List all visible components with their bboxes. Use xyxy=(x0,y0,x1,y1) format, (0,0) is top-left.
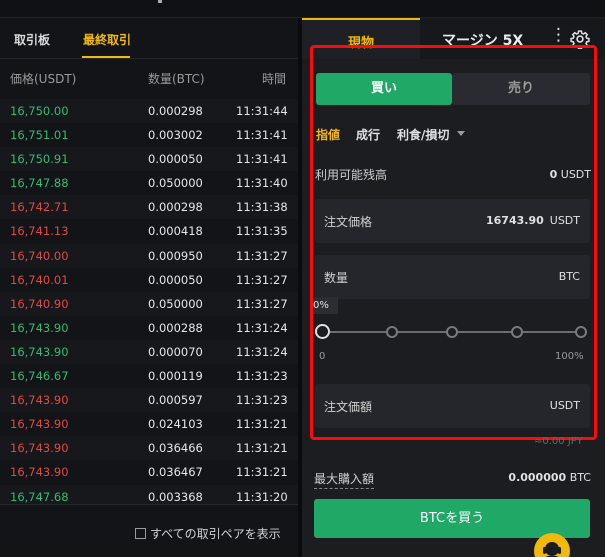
trade-time: 11:31:44 xyxy=(236,104,288,118)
trade-time: 11:31:40 xyxy=(236,176,288,191)
trade-price: 16,750.00 xyxy=(10,104,69,118)
trade-row: 16,743.90 0.036467 11:31:21 xyxy=(0,460,298,484)
trade-row: 16,743.90 0.036466 11:31:21 xyxy=(0,436,298,461)
trading-screen: 取引板 最終取引 価格(USDT) 数量(BTC) 時間 16,750.00 0.… xyxy=(0,0,605,557)
trade-time: 11:31:21 xyxy=(236,441,288,456)
max-buy-label[interactable]: 最大購入額 xyxy=(314,470,375,489)
trade-qty: 0.050000 xyxy=(148,176,203,191)
trade-row: 16,751.01 0.003002 11:31:41 xyxy=(0,123,298,147)
trade-price: 16,750.91 xyxy=(10,152,69,167)
trade-row: 16,741.13 0.000418 11:31:35 xyxy=(0,219,298,243)
trade-time: 11:31:24 xyxy=(236,320,288,335)
trade-time: 11:31:27 xyxy=(236,248,288,263)
trade-price: 16,740.01 xyxy=(10,272,69,287)
trade-qty: 0.003368 xyxy=(148,489,203,504)
max-buy-unit: BTC xyxy=(569,471,591,484)
trade-price: 16,743.90 xyxy=(10,393,69,408)
trade-price: 16,746.67 xyxy=(10,369,69,384)
trade-price: 16,747.68 xyxy=(10,489,69,504)
trade-footer: すべての取引ペアを表示 xyxy=(0,504,298,557)
trade-qty: 0.036466 xyxy=(148,441,203,456)
trade-qty: 0.000298 xyxy=(148,104,203,118)
top-strip-mark xyxy=(158,0,162,3)
trade-time: 11:31:38 xyxy=(236,200,288,215)
trade-price: 16,742.71 xyxy=(10,200,69,215)
trade-time: 11:31:23 xyxy=(236,393,288,408)
trade-row: 16,742.71 0.000298 11:31:38 xyxy=(0,195,298,220)
trade-row: 16,746.67 0.000119 11:31:23 xyxy=(0,364,298,388)
trade-qty: 0.000050 xyxy=(148,272,203,287)
trade-qty: 0.036467 xyxy=(148,465,203,480)
max-buy-amount: 0.000000 xyxy=(508,471,567,484)
show-all-pairs-checkbox[interactable] xyxy=(135,528,146,539)
trade-price: 16,743.90 xyxy=(10,320,69,335)
trade-qty: 0.000950 xyxy=(148,248,203,263)
trade-time: 11:31:35 xyxy=(236,224,288,239)
trade-row: 16,740.90 0.050000 11:31:27 xyxy=(0,291,298,316)
trade-time: 11:31:21 xyxy=(236,465,288,480)
trade-row: 16,743.90 0.000070 11:31:24 xyxy=(0,339,298,365)
trade-price: 16,751.01 xyxy=(10,128,69,143)
active-tab-underline xyxy=(82,56,130,58)
tab-last-trades[interactable]: 最終取引 xyxy=(83,31,131,48)
trade-qty: 0.000119 xyxy=(148,369,203,384)
trade-qty: 0.000298 xyxy=(148,200,203,215)
trade-price: 16,740.00 xyxy=(10,248,69,263)
buy-btc-button[interactable]: BTCを買う xyxy=(314,499,590,538)
trade-qty: 0.000288 xyxy=(148,320,203,335)
trade-price: 16,743.90 xyxy=(10,465,69,480)
trade-price: 16,743.90 xyxy=(10,417,69,432)
trade-qty: 0.000597 xyxy=(148,393,203,408)
trade-row: 16,743.90 0.000288 11:31:24 xyxy=(0,316,298,340)
support-agent-icon xyxy=(543,542,561,557)
trade-qty: 0.024103 xyxy=(148,417,203,432)
trade-row: 16,750.91 0.000050 11:31:41 xyxy=(0,147,298,172)
trade-price: 16,741.13 xyxy=(10,224,69,239)
column-header-price: 価格(USDT) xyxy=(10,72,77,86)
trade-qty: 0.050000 xyxy=(148,296,203,311)
trade-qty: 0.000050 xyxy=(148,152,203,167)
order-panel: 現物 マージン 5X ⋮ 買い 売り 指値 成行 利食/損切 利用可能残高 0 … xyxy=(302,18,605,557)
column-header-qty: 数量(BTC) xyxy=(148,72,205,86)
trade-time: 11:31:27 xyxy=(236,296,288,311)
trade-qty: 0.000418 xyxy=(148,224,203,239)
top-strip xyxy=(0,0,605,18)
max-buy-value: 0.000000 BTC xyxy=(508,471,591,484)
more-options-icon[interactable]: ⋮ xyxy=(550,27,567,44)
trade-tabs: 取引板 最終取引 xyxy=(0,18,298,59)
show-all-pairs-label[interactable]: すべての取引ペアを表示 xyxy=(150,525,281,542)
trade-row: 16,740.01 0.000050 11:31:27 xyxy=(0,268,298,292)
trade-list: 16,750.00 0.000298 11:31:44 16,751.01 0.0030… xyxy=(0,99,298,509)
trade-row: 16,750.00 0.000298 11:31:44 xyxy=(0,99,298,124)
trade-row: 16,740.00 0.000950 11:31:27 xyxy=(0,243,298,268)
highlight-box xyxy=(310,45,597,440)
column-header-time: 時間 xyxy=(262,72,287,86)
jpy-estimate: ≈0.00 JPY xyxy=(534,436,583,447)
trade-time: 11:31:24 xyxy=(236,344,288,359)
trade-time: 11:31:20 xyxy=(236,489,288,504)
trade-qty: 0.003002 xyxy=(148,128,203,143)
trade-price: 16,743.90 xyxy=(10,441,69,456)
trade-time: 11:31:21 xyxy=(236,417,288,432)
trade-row: 16,747.88 0.050000 11:31:40 xyxy=(0,171,298,195)
tab-orderbook[interactable]: 取引板 xyxy=(14,31,50,48)
trade-time: 11:31:41 xyxy=(236,128,288,143)
trade-price: 16,747.88 xyxy=(10,176,69,191)
trade-price: 16,743.90 xyxy=(10,344,69,359)
trade-qty: 0.000070 xyxy=(148,344,203,359)
trade-row: 16,743.90 0.000597 11:31:23 xyxy=(0,388,298,413)
trade-price: 16,740.90 xyxy=(10,296,69,311)
trade-row: 16,743.90 0.024103 11:31:21 xyxy=(0,412,298,436)
trade-time: 11:31:23 xyxy=(236,369,288,384)
trade-time: 11:31:27 xyxy=(236,272,288,287)
trade-time: 11:31:41 xyxy=(236,152,288,167)
trade-history-panel: 取引板 最終取引 価格(USDT) 数量(BTC) 時間 16,750.00 0.… xyxy=(0,18,298,557)
